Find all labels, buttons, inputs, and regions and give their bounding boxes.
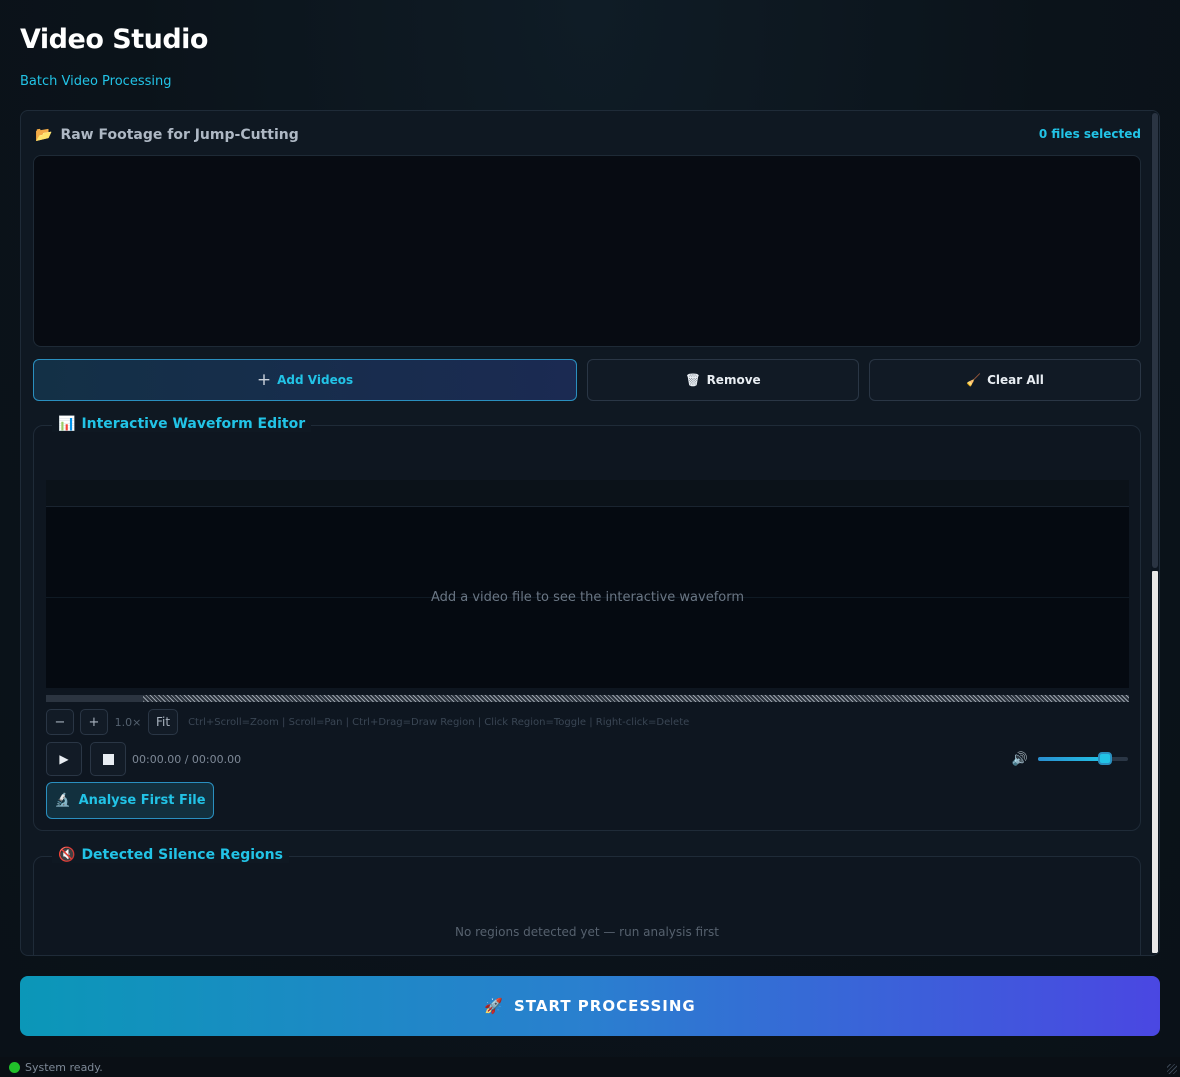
main-panel: 📂 Raw Footage for Jump-Cutting 0 files s… [20, 110, 1160, 956]
zoom-out-button[interactable]: − [46, 709, 74, 735]
chart-icon: 📊 [58, 416, 76, 432]
analyse-first-file-button[interactable]: 🔬 Analyse First File [46, 782, 214, 819]
playback-controls: ▶ 00:00.00 / 00:00.00 [46, 742, 241, 776]
panel-scrollbar-thumb[interactable] [1152, 113, 1158, 568]
status-indicator-icon [9, 1061, 20, 1073]
app-subtitle: Batch Video Processing [20, 74, 172, 89]
start-processing-label: START PROCESSING [513, 997, 696, 1015]
volume-slider-thumb[interactable] [1097, 752, 1112, 765]
waveform-legend: 📊 Interactive Waveform Editor [52, 416, 312, 432]
remove-label: Remove [706, 373, 761, 387]
remove-button[interactable]: 🗑 Remove [587, 359, 859, 401]
microscope-icon: 🔬 [54, 793, 71, 808]
waveform-scrollbar[interactable] [46, 695, 1129, 702]
app-title: Video Studio [20, 24, 208, 55]
plus-icon: + [256, 370, 272, 390]
broom-icon: 🧹 [966, 373, 982, 387]
folder-icon: 📂 [35, 127, 53, 143]
files-count: 0 files selected [1038, 127, 1141, 141]
waveform-canvas[interactable]: Add a video file to see the interactive … [46, 506, 1129, 688]
stop-icon [102, 753, 114, 765]
volume-control: 🔊 [1012, 750, 1128, 768]
waveform-placeholder: Add a video file to see the interactive … [430, 590, 745, 605]
waveform-timeline-ruler[interactable] [46, 480, 1129, 506]
status-text: System ready. [25, 1060, 103, 1074]
waveform-title: Interactive Waveform Editor [81, 416, 306, 432]
silence-placeholder: No regions detected yet — run analysis f… [455, 925, 719, 939]
start-processing-button[interactable]: 🚀 START PROCESSING [20, 976, 1160, 1036]
volume-slider[interactable] [1038, 752, 1128, 765]
waveform-editor: 📊 Interactive Waveform Editor Add a vide… [33, 416, 1141, 831]
play-button[interactable]: ▶ [46, 742, 82, 776]
analyse-label: Analyse First File [78, 793, 206, 808]
add-videos-button[interactable]: + Add Videos [33, 359, 577, 401]
panel-scrollbar-track-lower[interactable] [1152, 571, 1158, 953]
stop-button[interactable] [90, 742, 126, 776]
rocket-icon: 🚀 [484, 997, 504, 1015]
clear-all-button[interactable]: 🧹 Clear All [869, 359, 1141, 401]
footage-title: Raw Footage for Jump-Cutting [60, 127, 299, 143]
fit-button[interactable]: Fit [148, 709, 179, 735]
clear-all-label: Clear All [987, 373, 1044, 387]
status-bar: System ready. [0, 1057, 1180, 1077]
zoom-in-button[interactable]: + [80, 709, 108, 735]
mute-icon: 🔇 [58, 847, 76, 863]
footage-header: 📂 Raw Footage for Jump-Cutting [35, 125, 299, 145]
file-list[interactable] [33, 155, 1141, 347]
play-icon: ▶ [59, 752, 69, 766]
trash-icon: 🗑 [685, 373, 701, 387]
silence-legend: 🔇 Detected Silence Regions [52, 847, 289, 863]
add-videos-label: Add Videos [277, 373, 354, 387]
speaker-icon[interactable]: 🔊 [1012, 752, 1028, 767]
panel-scrollbar[interactable] [1151, 111, 1159, 955]
zoom-controls: − + 1.0× Fit Ctrl+Scroll=Zoom | Scroll=P… [46, 708, 689, 736]
silence-regions: 🔇 Detected Silence Regions No regions de… [33, 847, 1141, 955]
silence-title: Detected Silence Regions [81, 847, 283, 863]
zoom-level: 1.0× [114, 715, 142, 729]
timecode: 00:00.00 / 00:00.00 [132, 752, 242, 766]
volume-slider-fill [1038, 757, 1105, 761]
waveform-scrollbar-thumb[interactable] [46, 695, 143, 702]
resize-grip-icon[interactable] [1167, 1064, 1177, 1074]
shortcut-hint: Ctrl+Scroll=Zoom | Scroll=Pan | Ctrl+Dra… [188, 716, 690, 728]
